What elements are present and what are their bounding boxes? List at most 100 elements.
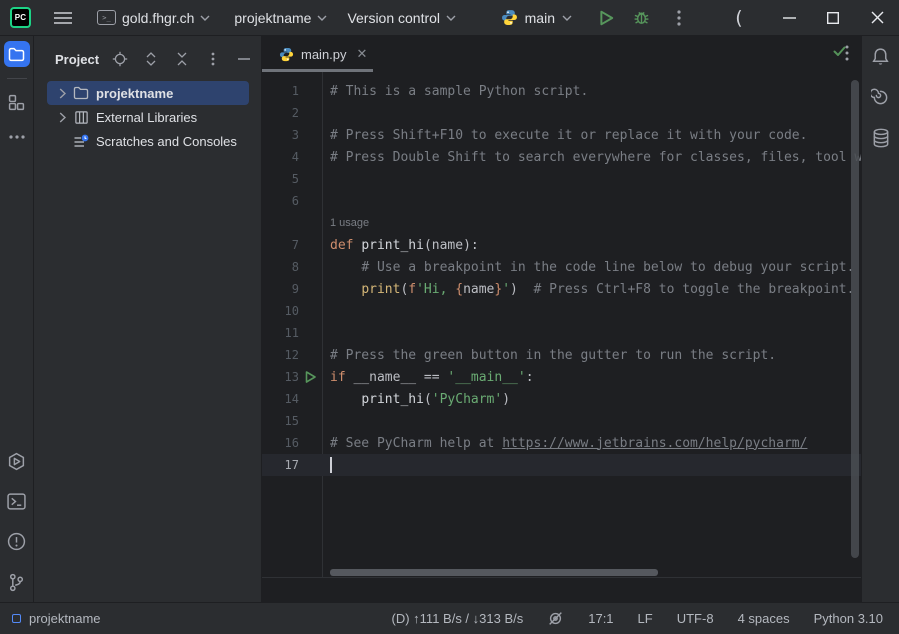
structure-icon (8, 94, 25, 111)
line-number[interactable]: 17 (262, 458, 299, 472)
highlighting-status-button[interactable] (547, 610, 564, 627)
code-line-text[interactable]: # Press Double Shift to search everywher… (322, 150, 861, 165)
code-row: 10 (262, 300, 861, 322)
code-line-text[interactable] (322, 457, 861, 473)
status-project-label: projektname (29, 611, 101, 626)
tree-item-scratches[interactable]: Scratches and Consoles (34, 129, 261, 153)
interpreter-widget[interactable]: Python 3.10 (814, 611, 883, 626)
chevron-down-icon (562, 15, 572, 21)
code-row: 9 print(f'Hi, {name}') # Press Ctrl+F8 t… (262, 278, 861, 300)
run-window-icon (7, 452, 26, 471)
code-line-text[interactable]: print(f'Hi, {name}') # Press Ctrl+F8 to … (322, 282, 861, 297)
code-row: 15 (262, 410, 861, 432)
database-icon (872, 128, 890, 148)
code-row: 13 if __name__ == '__main__': (262, 366, 861, 388)
chevron-down-icon (200, 15, 210, 21)
collapse-all-button[interactable] (173, 50, 191, 68)
inspection-status-icon[interactable] (833, 46, 846, 57)
git-tool-button[interactable] (8, 573, 25, 592)
run-config-widget[interactable]: main (497, 9, 576, 26)
code-row: 6 (262, 190, 861, 212)
code-area[interactable]: 1 # This is a sample Python script. 2 3 # Pr… (262, 72, 861, 602)
tree-item-projektname[interactable]: projektname (34, 81, 261, 105)
more-tool-windows-button[interactable] (4, 124, 30, 150)
database-button[interactable] (872, 128, 890, 148)
line-number[interactable]: 14 (262, 392, 299, 406)
line-number[interactable]: 13 (262, 370, 299, 384)
maximize-button[interactable] (811, 0, 855, 36)
line-number[interactable]: 4 (262, 150, 299, 164)
usage-inlay-hint[interactable]: 1 usage (322, 217, 369, 229)
notifications-button[interactable] (871, 47, 890, 67)
chevron-right-icon[interactable] (54, 88, 70, 99)
tab-main-py[interactable]: main.py ✕ (262, 36, 379, 72)
line-number[interactable]: 12 (262, 348, 299, 362)
project-tool-button[interactable] (4, 41, 30, 67)
code-lines: 1 # This is a sample Python script. 2 3 # Pr… (262, 80, 861, 476)
vcs-widget[interactable]: Version control (341, 3, 462, 33)
line-number[interactable]: 15 (262, 414, 299, 428)
run-line-icon[interactable] (305, 371, 316, 383)
locate-file-button[interactable] (111, 50, 129, 68)
folder-icon (8, 47, 25, 62)
network-traffic-indicator[interactable]: (D) ↑111 B/s / ↓313 B/s (392, 611, 524, 626)
expand-selector-button[interactable] (142, 50, 160, 68)
line-number[interactable]: 1 (262, 84, 299, 98)
problems-icon (7, 532, 26, 551)
status-project-widget[interactable]: projektname (12, 611, 101, 626)
code-line-text[interactable]: # See PyCharm help at https://www.jetbra… (322, 436, 861, 451)
debug-button[interactable] (625, 3, 657, 33)
remote-host-label: gold.fhgr.ch (122, 10, 194, 26)
line-number[interactable]: 2 (262, 106, 299, 120)
more-actions-button[interactable] (663, 3, 695, 33)
caret-position-widget[interactable]: 17:1 (588, 611, 613, 626)
line-number[interactable]: 3 (262, 128, 299, 142)
code-line-text[interactable]: # This is a sample Python script. (322, 84, 861, 99)
panel-options-button[interactable] (204, 50, 222, 68)
code-row: 1 # This is a sample Python script. (262, 80, 861, 102)
chevron-right-icon[interactable] (54, 112, 70, 123)
run-button[interactable] (590, 3, 622, 33)
project-widget[interactable]: projektname (228, 3, 333, 33)
code-line-text[interactable]: # Use a breakpoint in the code line belo… (322, 260, 861, 275)
tab-close-icon[interactable]: ✕ (357, 46, 368, 62)
terminal-tool-button[interactable] (7, 493, 26, 510)
horizontal-scrollbar[interactable] (330, 569, 658, 576)
right-tool-strip (861, 36, 899, 602)
vertical-scrollbar[interactable] (851, 80, 859, 558)
line-number[interactable]: 8 (262, 260, 299, 274)
hide-panel-button[interactable] (235, 50, 253, 68)
line-number[interactable]: 7 (262, 238, 299, 252)
project-panel-header: Project (34, 44, 261, 74)
close-button[interactable] (855, 0, 899, 36)
line-number[interactable]: 16 (262, 436, 299, 450)
pycharm-logo: PC (10, 7, 31, 28)
main-menu-button[interactable] (48, 3, 78, 33)
text-caret (330, 457, 332, 473)
line-number[interactable]: 10 (262, 304, 299, 318)
code-line-text[interactable]: print_hi('PyCharm') (322, 392, 861, 407)
crescent-icon[interactable]: ( (717, 0, 761, 36)
gutter-icon-slot[interactable] (299, 371, 322, 383)
code-line-text[interactable]: # Press Shift+F10 to execute it or repla… (322, 128, 861, 143)
code-line-text[interactable]: # Press the green button in the gutter t… (322, 348, 861, 363)
locate-icon (112, 51, 128, 67)
run-tool-button[interactable] (7, 452, 26, 471)
scratches-icon (72, 134, 90, 149)
line-number[interactable]: 11 (262, 326, 299, 340)
structure-tool-button[interactable] (4, 89, 30, 115)
eye-slash-icon (547, 610, 564, 627)
tree-item-external-libraries[interactable]: External Libraries (34, 105, 261, 129)
line-number[interactable]: 6 (262, 194, 299, 208)
ai-assistant-button[interactable] (871, 88, 890, 107)
indent-widget[interactable]: 4 spaces (738, 611, 790, 626)
remote-host-widget[interactable]: >_ gold.fhgr.ch (91, 3, 216, 33)
problems-tool-button[interactable] (7, 532, 26, 551)
minimize-button[interactable] (767, 0, 811, 36)
code-line-text[interactable]: if __name__ == '__main__': (322, 370, 861, 385)
code-line-text[interactable]: def print_hi(name): (322, 238, 861, 253)
line-number[interactable]: 9 (262, 282, 299, 296)
line-separator-widget[interactable]: LF (638, 611, 653, 626)
encoding-widget[interactable]: UTF-8 (677, 611, 714, 626)
line-number[interactable]: 5 (262, 172, 299, 186)
